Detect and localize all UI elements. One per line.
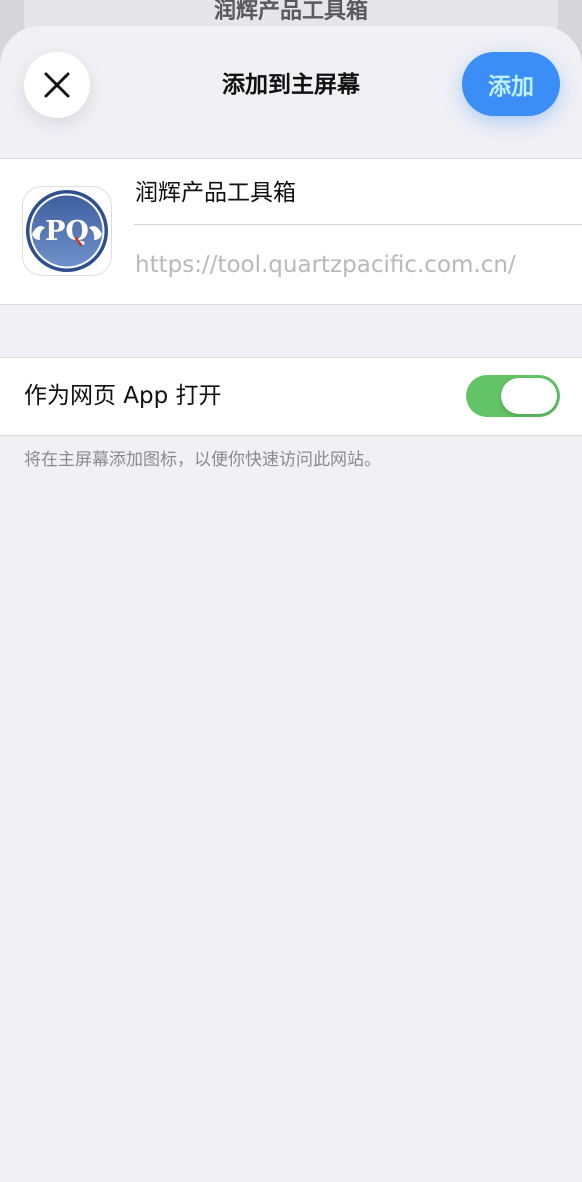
add-to-home-screen-sheet: 添加到主屏幕 添加 PQ 润辉产品工具箱 https://tool.quartz… [0, 26, 582, 1182]
app-icon: PQ [22, 186, 112, 276]
web-app-toggle-row: 作为网页 App 打开 [0, 357, 582, 436]
app-info-group: PQ 润辉产品工具箱 https://tool.quartzpacific.co… [0, 158, 582, 305]
divider [134, 224, 582, 225]
app-name-field[interactable]: 润辉产品工具箱 [135, 173, 296, 213]
add-button[interactable]: 添加 [462, 52, 560, 116]
web-app-toggle-switch[interactable] [466, 375, 560, 417]
footnote: 将在主屏幕添加图标，以便你快速访问此网站。 [24, 450, 381, 470]
toggle-knob [501, 378, 557, 414]
background-page-title: 润辉产品工具箱 [213, 0, 368, 24]
pq-logo-text: PQ [45, 216, 89, 247]
app-url: https://tool.quartzpacific.com.cn/ [135, 252, 516, 278]
web-app-toggle-label: 作为网页 App 打开 [24, 383, 222, 409]
pq-logo-icon: PQ [26, 190, 108, 272]
